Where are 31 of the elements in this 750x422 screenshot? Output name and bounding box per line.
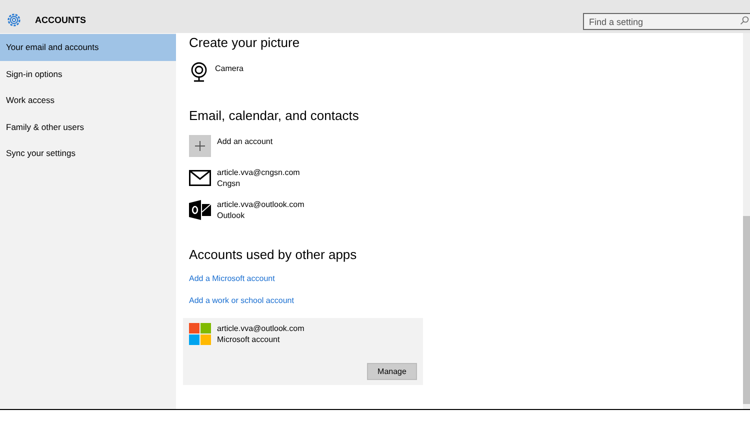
sidebar-item[interactable]: Sync your settings	[0, 140, 176, 166]
account-provider: Cngsn	[217, 178, 242, 189]
settings-icon	[6, 12, 22, 28]
option-label[interactable]: Camera	[215, 62, 244, 73]
link[interactable]: Add a work or school account	[189, 296, 294, 305]
account-card[interactable]: article.vva@outlook.com Microsoft account Manage	[183, 318, 423, 385]
search-icon	[740, 16, 749, 24]
sidebar-item[interactable]: Work access	[0, 87, 176, 114]
add-account-label[interactable]: Add an account	[217, 135, 273, 146]
link[interactable]: Add a Microsoft account	[189, 274, 275, 283]
scrollbar[interactable]	[743, 33, 750, 409]
plus-icon[interactable]	[189, 135, 211, 157]
account-address: article.vva@outlook.com	[217, 199, 304, 210]
section-heading: Email, calendar, and contacts	[189, 108, 359, 123]
section-heading: Create your picture	[189, 35, 300, 50]
scrollbar-thumb[interactable]	[743, 216, 750, 404]
sidebar-item[interactable]: Your email and accounts	[0, 34, 176, 60]
search-field[interactable]: Find a setting	[583, 13, 750, 30]
account-type: Microsoft account	[217, 334, 281, 345]
sidebar-item[interactable]: Sign-in options	[0, 60, 176, 87]
mail-app-icon	[189, 200, 211, 220]
manage-button[interactable]: Manage	[367, 363, 417, 380]
account-address: article.vva@outlook.com	[217, 323, 304, 334]
section-heading: Accounts used by other apps	[189, 247, 357, 262]
envelope-icon	[189, 170, 211, 186]
page-title: ACCOUNTS	[35, 14, 86, 24]
account-provider: Outlook	[217, 210, 246, 221]
sidebar-item[interactable]: Family & other users	[0, 114, 176, 140]
four-squares-logo-icon	[189, 323, 211, 345]
account-address: article.vva@cngsn.com	[217, 167, 300, 178]
webcam-icon[interactable]	[189, 62, 209, 82]
